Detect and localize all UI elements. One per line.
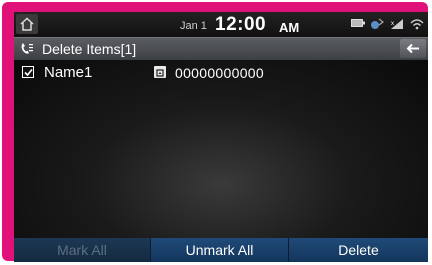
status-bar: Jan 1 12:00 AM x: [14, 12, 428, 37]
bottom-toolbar: Mark All Unmark All Delete: [14, 238, 428, 262]
wifi-icon: [410, 19, 424, 30]
svg-text:x: x: [391, 21, 394, 27]
delete-button[interactable]: Delete: [289, 238, 428, 262]
phonebook-icon: [21, 43, 33, 54]
status-time: 12:00: [215, 14, 267, 35]
back-arrow-icon: [406, 43, 419, 54]
list-item[interactable]: Name1 00000000000: [14, 60, 428, 88]
phone-type-icon: [154, 66, 166, 78]
battery-icon: [351, 19, 365, 27]
unmark-all-button[interactable]: Unmark All: [151, 238, 289, 262]
item-name: Name1: [44, 64, 93, 81]
mark-all-button[interactable]: Mark All: [14, 238, 151, 262]
item-number: 00000000000: [175, 65, 264, 81]
home-button[interactable]: [16, 14, 38, 34]
back-button[interactable]: [400, 39, 426, 58]
status-ampm: AM: [279, 20, 300, 35]
item-list: Name1 00000000000: [14, 60, 428, 238]
home-icon: [20, 17, 34, 31]
item-checkbox[interactable]: [22, 66, 34, 78]
bluetooth-icon: [371, 18, 384, 29]
device-frame: Jan 1 12:00 AM x Delete Items[1] Name1 0…: [2, 2, 428, 262]
check-icon: [24, 68, 33, 77]
title-bar: Delete Items[1]: [14, 37, 428, 61]
screen: Jan 1 12:00 AM x Delete Items[1] Name1 0…: [14, 12, 428, 262]
page-title: Delete Items[1]: [42, 41, 137, 57]
signal-icon: x: [391, 19, 403, 29]
status-date: Jan 1: [180, 20, 207, 32]
